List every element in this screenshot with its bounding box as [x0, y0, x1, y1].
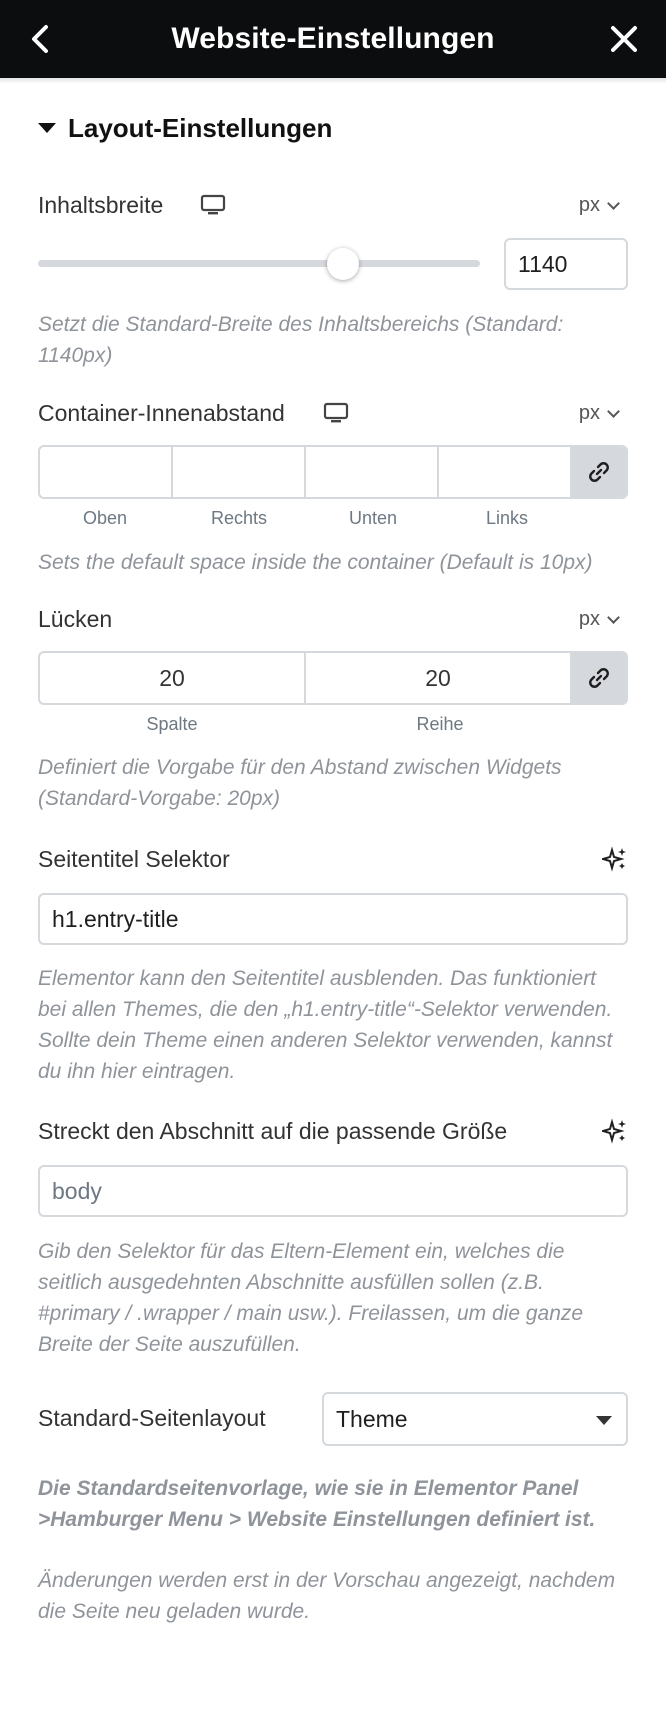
- desktop-icon[interactable]: [200, 194, 226, 216]
- stretch-section-input[interactable]: body: [38, 1165, 628, 1217]
- padding-right-input[interactable]: [173, 447, 306, 497]
- ai-sparkle-icon[interactable]: [602, 1118, 628, 1144]
- dropdown-arrow-icon: [596, 1416, 612, 1425]
- content-width-slider[interactable]: [38, 260, 480, 267]
- gap-labels: Spalte Reihe: [38, 714, 574, 735]
- padding-top-input[interactable]: [40, 447, 173, 497]
- default-layout-label: Standard-Seitenlayout: [38, 1405, 266, 1431]
- container-padding-help: Sets the default space inside the contai…: [38, 551, 593, 574]
- section-title: Layout-Einstellungen: [68, 112, 333, 143]
- container-padding-dimensions: [38, 445, 628, 499]
- gaps-help: Definiert die Vorgabe für den Abstand zw…: [38, 756, 562, 810]
- close-button[interactable]: [604, 19, 644, 59]
- unit-label: px: [578, 608, 600, 630]
- content-width-slider-handle[interactable]: [326, 248, 359, 280]
- side-label-left: Links: [485, 508, 529, 528]
- page-title-selector-input[interactable]: h1.entry-title: [38, 893, 628, 945]
- default-layout-help-bold: Die Standardseitenvorlage, wie sie in El…: [38, 1477, 596, 1531]
- link-icon: [589, 668, 609, 688]
- chevron-down-icon: [607, 196, 620, 210]
- desktop-icon[interactable]: [323, 402, 349, 424]
- container-padding-label: Container-Innenabstand: [38, 400, 285, 426]
- stretch-section-help: Gib den Selektor für das Eltern-Element …: [38, 1240, 584, 1356]
- page-title-selector-label: Seitentitel Selektor: [38, 846, 230, 872]
- header-shadow: [0, 78, 666, 84]
- padding-left-input[interactable]: [439, 447, 572, 497]
- padding-bottom-input[interactable]: [306, 447, 439, 497]
- content-width-unit-select[interactable]: px: [578, 194, 620, 217]
- unit-label: px: [578, 402, 600, 424]
- link-values-button[interactable]: [572, 653, 626, 703]
- side-label-right: Rechts: [210, 508, 268, 528]
- panel-header: Website-Einstellungen: [0, 0, 666, 78]
- content-width-help: Setzt die Standard-Breite des Inhaltsber…: [38, 313, 564, 367]
- gap-label-row: Reihe: [416, 714, 464, 734]
- chevron-down-icon: [607, 610, 620, 624]
- padding-side-labels: Oben Rechts Unten Links: [38, 508, 574, 529]
- link-icon: [589, 462, 609, 482]
- gaps-unit-select[interactable]: px: [578, 608, 620, 631]
- chevron-left-icon: [32, 25, 48, 53]
- ai-sparkle-icon[interactable]: [602, 846, 628, 872]
- caret-down-icon: [38, 123, 56, 133]
- gap-row-input[interactable]: 20: [306, 653, 572, 703]
- selected-value: Theme: [336, 1405, 408, 1432]
- section-toggle-layout[interactable]: Layout-Einstellungen: [38, 108, 332, 148]
- side-label-bottom: Unten: [348, 508, 398, 528]
- gaps-label: Lücken: [38, 606, 113, 632]
- content-width-label: Inhaltsbreite: [38, 192, 164, 218]
- page-title-selector-help: Elementor kann den Seitentitel ausblende…: [38, 967, 613, 1083]
- default-layout-help: Änderungen werden erst in der Vorschau a…: [38, 1569, 616, 1623]
- content-width-input[interactable]: 1140: [504, 238, 628, 290]
- panel-title: Website-Einstellungen: [171, 22, 495, 55]
- gap-column-input[interactable]: 20: [40, 653, 306, 703]
- gap-label-column: Spalte: [146, 714, 198, 734]
- back-button[interactable]: [22, 19, 62, 59]
- unit-label: px: [578, 194, 600, 216]
- close-icon: [611, 26, 637, 52]
- side-label-top: Oben: [82, 508, 128, 528]
- link-values-button[interactable]: [572, 447, 626, 497]
- container-padding-unit-select[interactable]: px: [578, 402, 620, 425]
- chevron-down-icon: [607, 404, 620, 418]
- default-layout-select[interactable]: Theme: [322, 1392, 628, 1446]
- stretch-section-label: Streckt den Abschnitt auf die passende G…: [38, 1118, 508, 1144]
- gaps-dimensions: 20 20: [38, 651, 628, 705]
